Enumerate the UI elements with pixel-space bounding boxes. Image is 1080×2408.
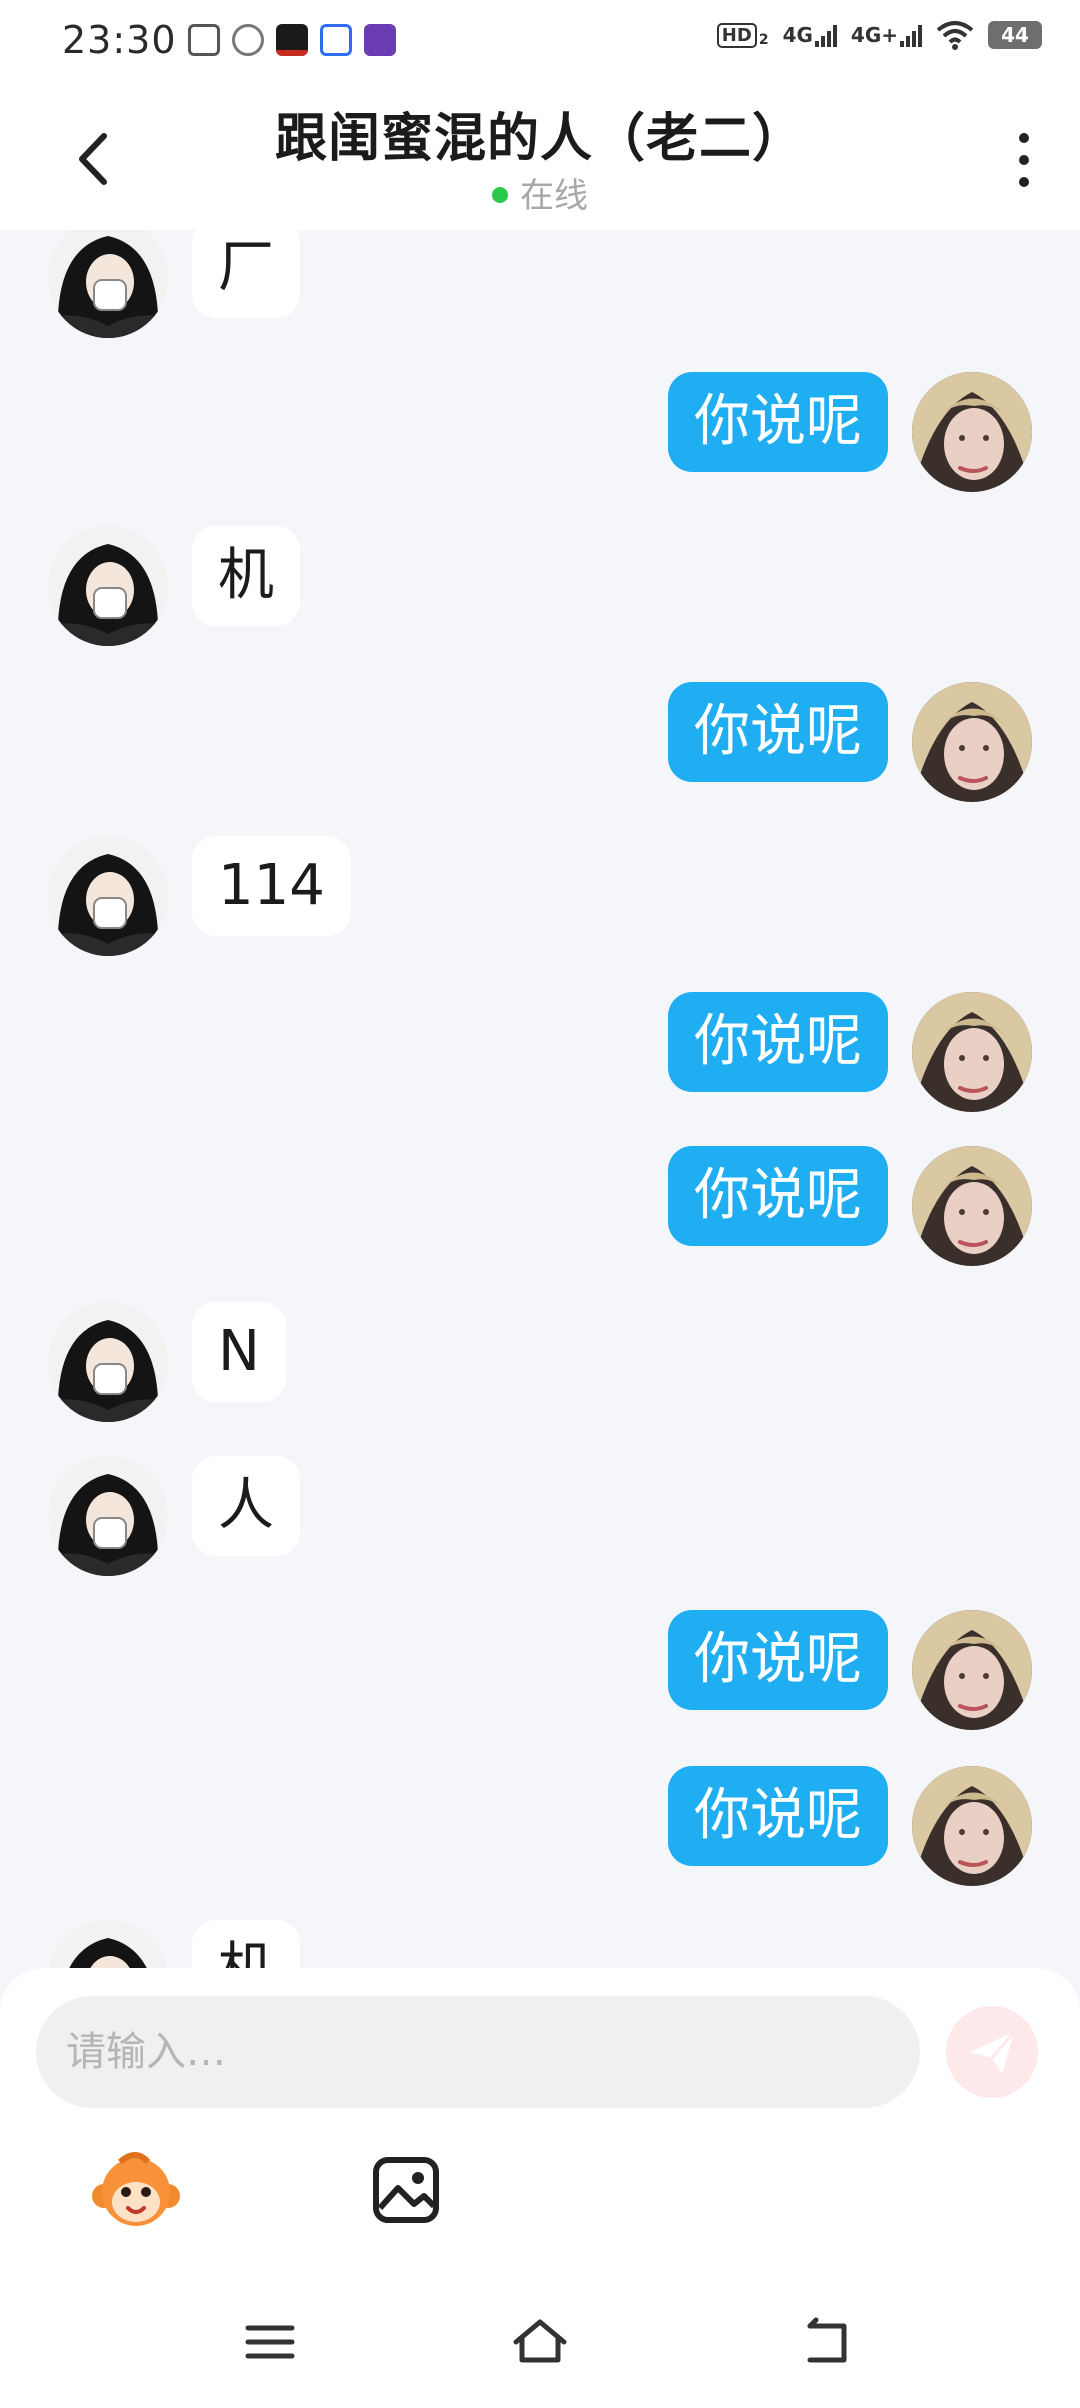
app-notification-icon: [320, 24, 352, 56]
message-row: 人: [0, 1456, 1080, 1576]
incoming-message-bubble[interactable]: 机: [192, 526, 300, 626]
app-notification-icon: [364, 24, 396, 56]
incoming-message-bubble[interactable]: N: [192, 1302, 286, 1402]
home-icon[interactable]: [510, 2312, 570, 2372]
message-row: 机: [0, 1920, 1080, 1970]
wifi-icon: [936, 21, 974, 50]
cell-signal-icon: 4G+: [851, 23, 922, 47]
online-dot-icon: [492, 186, 508, 203]
outgoing-message-bubble[interactable]: 你说呢: [668, 1610, 888, 1710]
my-avatar[interactable]: [912, 682, 1032, 802]
app-notification-icon: [188, 24, 220, 56]
image-icon[interactable]: [370, 2154, 442, 2226]
message-row: 你说呢: [0, 682, 1080, 802]
message-row: N: [0, 1302, 1080, 1422]
contact-avatar[interactable]: [48, 230, 168, 338]
outgoing-message-bubble[interactable]: 你说呢: [668, 372, 888, 472]
presence-status: 在线: [0, 168, 1080, 217]
status-indicators: HD 2 4G 4G+ 44: [716, 20, 1042, 50]
message-input[interactable]: [36, 1996, 920, 2108]
monkey-emoji-icon[interactable]: [90, 2146, 182, 2238]
cell-signal-icon: 4G: [783, 23, 837, 47]
contact-avatar[interactable]: [48, 526, 168, 646]
outgoing-message-bubble[interactable]: 你说呢: [668, 682, 888, 782]
message-row: 你说呢: [0, 1610, 1080, 1730]
contact-avatar[interactable]: [48, 1456, 168, 1576]
message-row: 机: [0, 526, 1080, 646]
my-avatar[interactable]: [912, 1146, 1032, 1266]
status-bar: 23:30 HD 2 4G 4G+ 44: [0, 0, 1080, 84]
app-notification-icon: [276, 24, 308, 56]
incoming-message-bubble[interactable]: 人: [192, 1456, 300, 1556]
back-icon[interactable]: [796, 2312, 856, 2372]
my-avatar[interactable]: [912, 372, 1032, 492]
outgoing-message-bubble[interactable]: 你说呢: [668, 992, 888, 1092]
status-time: 23:30: [62, 18, 177, 62]
outgoing-message-bubble[interactable]: 你说呢: [668, 1146, 888, 1246]
message-row: 你说呢: [0, 992, 1080, 1112]
send-button[interactable]: [946, 2006, 1038, 2098]
battery-indicator: 44: [988, 21, 1042, 49]
chat-title: 跟闺蜜混的人（老二）: [274, 109, 805, 169]
contact-avatar[interactable]: [48, 836, 168, 956]
message-row: 你说呢: [0, 372, 1080, 492]
incoming-message-bubble[interactable]: 厂: [192, 230, 300, 318]
outgoing-message-bubble[interactable]: 你说呢: [668, 1766, 888, 1866]
app-notification-icon: [232, 24, 264, 56]
more-vertical-icon[interactable]: [1002, 128, 1046, 192]
my-avatar[interactable]: [912, 1610, 1032, 1730]
my-avatar[interactable]: [912, 992, 1032, 1112]
incoming-message-bubble[interactable]: 114: [192, 836, 351, 936]
incoming-message-bubble[interactable]: 机: [192, 1920, 300, 1970]
chat-header: 跟闺蜜混的人（老二） 在线: [0, 84, 1080, 230]
message-row: 厂: [0, 230, 1080, 338]
paper-plane-icon: [970, 2031, 1016, 2074]
presence-label: 在线: [520, 176, 588, 216]
menu-icon[interactable]: [240, 2312, 300, 2372]
message-row: 你说呢: [0, 1766, 1080, 1886]
contact-avatar[interactable]: [48, 1302, 168, 1422]
message-list[interactable]: 厂你说呢机你说呢 114 你说呢 你说呢 N 人你说呢 你说呢机: [0, 230, 1080, 1970]
hd-indicator: HD 2: [716, 22, 769, 48]
message-row: 你说呢: [0, 1146, 1080, 1266]
contact-avatar[interactable]: [48, 1920, 168, 1970]
message-row: 114: [0, 836, 1080, 956]
my-avatar[interactable]: [912, 1766, 1032, 1886]
